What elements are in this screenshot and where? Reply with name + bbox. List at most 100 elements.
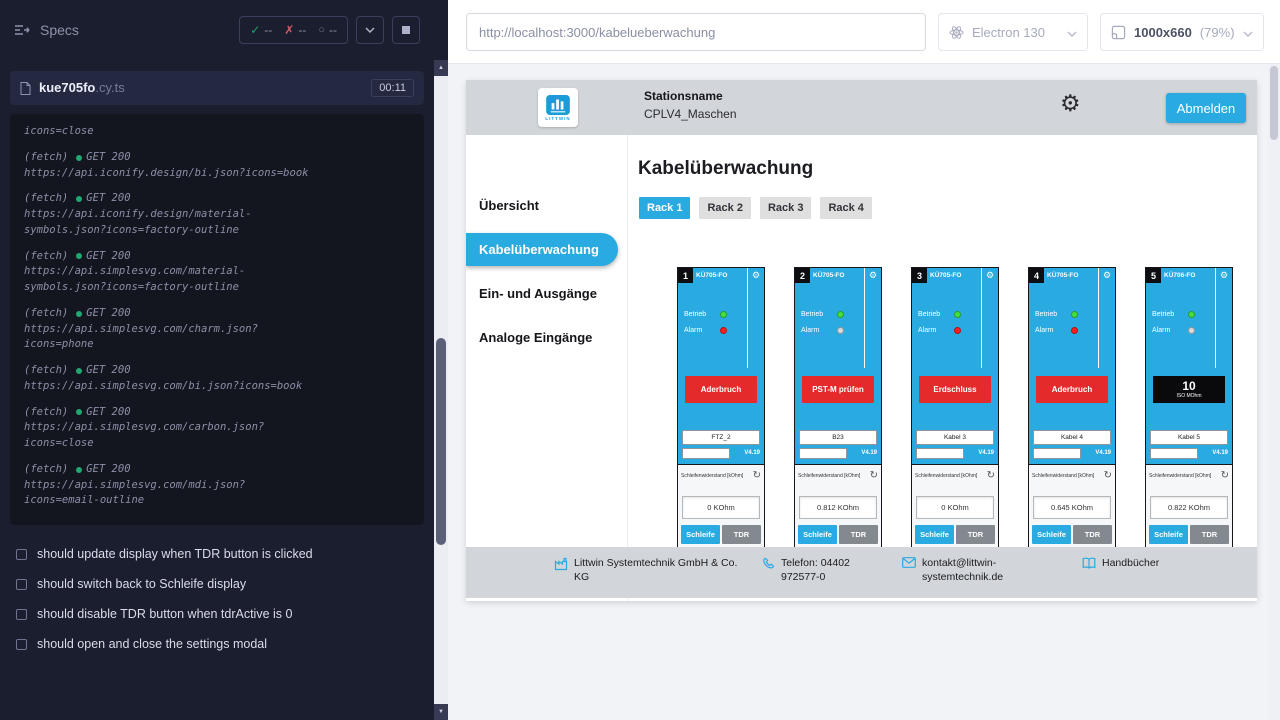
spec-file-bar[interactable]: kue705fo.cy.ts 00:11 <box>10 71 424 105</box>
log-entry[interactable]: (fetch) GET 200 https://api.iconify.desi… <box>10 191 424 238</box>
card-model: KÜ706-FO <box>1161 268 1215 283</box>
settings-gear-icon[interactable]: ⚙ <box>1060 92 1081 115</box>
chevron-down-icon <box>1067 31 1077 37</box>
success-dot-icon <box>76 467 82 473</box>
loop-resistance-label: Schleifenwiderstand [kOhm] <box>681 471 743 479</box>
nav-item[interactable]: Ein- und Ausgänge <box>466 271 627 315</box>
request-url: https://api.iconify.design/bi.json?icons… <box>24 166 316 182</box>
schleife-button[interactable]: Schleife <box>915 525 954 544</box>
littwin-logo: LITTWIN <box>538 88 578 127</box>
test-state-icon <box>16 609 27 620</box>
email-icon <box>902 557 916 568</box>
document-icon <box>20 82 31 95</box>
card-gear-icon[interactable]: ⚙ <box>1098 268 1115 283</box>
tdr-button[interactable]: TDR <box>956 525 995 544</box>
version-row: V4.19 <box>1033 447 1111 459</box>
schleife-button[interactable]: Schleife <box>681 525 720 544</box>
footer-company: Littwin Systemtechnik GmbH & Co. KG <box>554 556 746 584</box>
log-entry[interactable]: icons=close <box>10 124 424 140</box>
refresh-icon[interactable]: ↻ <box>870 471 878 481</box>
version-cell <box>799 448 847 459</box>
fetch-label: (fetch) <box>24 306 68 322</box>
book-icon <box>1082 557 1096 569</box>
divider <box>747 283 748 368</box>
tdr-button[interactable]: TDR <box>722 525 761 544</box>
loop-resistance-label: Schleifenwiderstand [kOhm] <box>1032 471 1094 479</box>
card-gear-icon[interactable]: ⚙ <box>864 268 881 283</box>
rack-tab[interactable]: Rack 3 <box>760 197 811 219</box>
footer-email[interactable]: kontakt@littwin-systemtechnik.de <box>902 556 1012 584</box>
status-message: Aderbruch <box>685 376 757 403</box>
firmware-version: V4.19 <box>1212 450 1228 456</box>
log-entry[interactable]: (fetch) GET 200 https://api.simplesvg.co… <box>10 249 424 296</box>
specs-toggle-button[interactable]: Specs <box>14 22 79 38</box>
log-entry[interactable]: (fetch) GET 200 https://api.simplesvg.co… <box>10 363 424 395</box>
rack-tab[interactable]: Rack 1 <box>639 197 690 219</box>
http-status: GET 200 <box>76 191 130 207</box>
tdr-button[interactable]: TDR <box>1073 525 1112 544</box>
test-list: should update display when TDR button is… <box>0 539 434 659</box>
success-dot-icon <box>76 311 82 317</box>
refresh-icon[interactable]: ↻ <box>1221 471 1229 481</box>
viewport-select[interactable]: 1000x660 (79%) <box>1100 13 1264 51</box>
log-entry[interactable]: (fetch) GET 200 https://api.simplesvg.co… <box>10 462 424 509</box>
scrollbar-thumb[interactable] <box>436 338 446 545</box>
test-state-icon <box>16 579 27 590</box>
refresh-icon[interactable]: ↻ <box>753 471 761 481</box>
card-gear-icon[interactable]: ⚙ <box>981 268 998 283</box>
url-input[interactable]: http://localhost:3000/kabelueberwachung <box>466 13 926 51</box>
schleife-button[interactable]: Schleife <box>798 525 837 544</box>
logout-button[interactable]: Abmelden <box>1166 93 1246 123</box>
specs-list-icon <box>14 24 31 36</box>
aut-scrollbar-thumb[interactable] <box>1270 66 1278 140</box>
card-number: 1 <box>678 268 693 283</box>
tdr-button[interactable]: TDR <box>839 525 878 544</box>
schleife-button[interactable]: Schleife <box>1149 525 1188 544</box>
log-entry[interactable]: (fetch) GET 200 https://api.simplesvg.co… <box>10 405 424 452</box>
nav-item[interactable]: Übersicht <box>466 183 627 227</box>
rack-tab[interactable]: Rack 4 <box>820 197 871 219</box>
runner-header: Specs ✓-- ✗-- ○-- <box>0 0 448 60</box>
refresh-icon[interactable]: ↻ <box>1104 471 1112 481</box>
test-row[interactable]: should update display when TDR button is… <box>0 539 434 569</box>
log-entry[interactable]: (fetch) GET 200 https://api.simplesvg.co… <box>10 306 424 353</box>
stop-button[interactable] <box>392 16 420 44</box>
rack-tab[interactable]: Rack 2 <box>699 197 750 219</box>
card-gear-icon[interactable]: ⚙ <box>1215 268 1232 283</box>
loop-resistance-value: 0.645 KOhm <box>1033 496 1111 519</box>
scroll-down-button[interactable]: ▼ <box>434 704 448 720</box>
firmware-version: V4.19 <box>861 450 877 456</box>
test-row[interactable]: should disable TDR button when tdrActive… <box>0 599 434 629</box>
http-status: GET 200 <box>76 405 130 421</box>
http-status: GET 200 <box>76 363 130 379</box>
footer-manuals[interactable]: Handbücher <box>1082 556 1159 570</box>
device-cards: 1 KÜ705-FO ⚙ Betrieb Alarm <box>677 267 1233 567</box>
chevron-down-icon <box>1243 31 1253 37</box>
log-entry[interactable]: (fetch) GET 200 https://api.iconify.desi… <box>10 150 424 182</box>
page-title: Kabelüberwachung <box>638 158 813 180</box>
nav-item[interactable]: Kabelüberwachung <box>466 233 618 266</box>
loop-resistance-label: Schleifenwiderstand [kOhm] <box>1149 471 1211 479</box>
test-row[interactable]: should open and close the settings modal <box>0 629 434 659</box>
test-row[interactable]: should switch back to Schleife display <box>0 569 434 599</box>
test-stats: ✓-- ✗-- ○-- <box>239 16 348 44</box>
scroll-up-button[interactable]: ▲ <box>434 60 448 76</box>
card-gear-icon[interactable]: ⚙ <box>747 268 764 283</box>
betrieb-row: Betrieb <box>1152 309 1232 319</box>
nav-item[interactable]: Analoge Eingänge <box>466 315 627 359</box>
test-state-icon <box>16 639 27 650</box>
cypress-runner-panel: Specs ✓-- ✗-- ○-- kue705fo.cy.ts 00:11 <box>0 0 448 720</box>
collapse-button[interactable] <box>356 16 384 44</box>
app-header: LITTWIN Stationsname CPLV4_Maschen ⚙ Abm… <box>466 80 1257 135</box>
tdr-button[interactable]: TDR <box>1190 525 1229 544</box>
fetch-label: (fetch) <box>24 462 68 478</box>
aut-toolbar: http://localhost:3000/kabelueberwachung … <box>448 0 1280 64</box>
refresh-icon[interactable]: ↻ <box>987 471 995 481</box>
fetch-label: (fetch) <box>24 249 68 265</box>
browser-select[interactable]: Electron 130 <box>938 13 1088 51</box>
success-dot-icon <box>76 368 82 374</box>
cross-icon: ✗ <box>284 23 294 37</box>
schleife-button[interactable]: Schleife <box>1032 525 1071 544</box>
status-message: PST-M prüfen <box>802 376 874 403</box>
test-title: should disable TDR button when tdrActive… <box>37 607 292 621</box>
